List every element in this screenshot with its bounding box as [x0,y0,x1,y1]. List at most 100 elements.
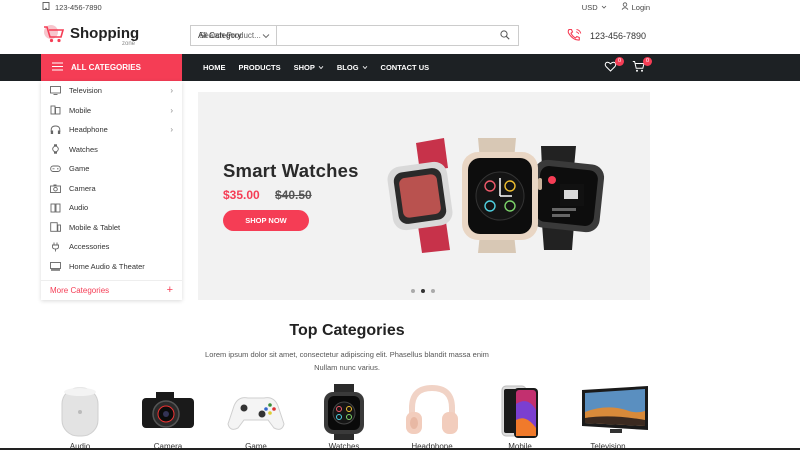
cart-button[interactable]: 0 [632,57,652,74]
category-select[interactable]: All Category [191,26,277,45]
category-headphone[interactable]: Headphone [400,384,464,450]
category-camera[interactable]: Camera [136,384,200,450]
category-watches[interactable]: Watches [312,384,376,450]
chevron-right-icon: › [170,125,173,134]
theater-icon [50,261,61,271]
camera-icon [50,183,61,193]
more-categories-label: More Categories [50,286,110,295]
search-button[interactable] [492,26,518,45]
hero-banner: Smart Watches $35.00 $40.50 SHOP NOW [198,92,650,300]
wishlist-count-badge: 0 [615,57,624,66]
carousel-dot[interactable] [411,289,415,293]
sidebar-item-television[interactable]: Television › [41,81,182,101]
nav-menu: HOME PRODUCTS SHOP BLOG CONTACT US [203,54,429,81]
carousel-dot-active[interactable] [421,289,425,293]
logo[interactable]: Shopping zone [42,24,139,49]
hero-price: $35.00 [223,188,260,202]
page: 123-456-7890 USD Login Shopping zone All… [0,0,800,450]
user-icon [621,2,629,12]
sidebar-item-label: Accessories [69,242,110,252]
login-link[interactable]: Login [621,2,650,12]
plus-icon: + [166,284,173,296]
nav-item-products[interactable]: PRODUCTS [239,63,281,72]
sidebar-item-label: Camera [69,183,96,193]
sidebar-item-audio[interactable]: Audio [41,198,182,218]
header-phone[interactable]: 123-456-7890 [566,28,646,44]
hamburger-icon [52,62,63,73]
sidebar-item-label: Watches [69,144,98,154]
chevron-right-icon: › [170,105,173,115]
television-image [582,386,648,433]
header: Shopping zone All Category Search Produc… [0,14,800,54]
nav-item-label: CONTACT US [380,63,430,72]
topbar-phone: 123-456-7890 [42,2,102,12]
more-categories-link[interactable]: More Categories + [41,280,182,300]
tv-icon [50,86,61,96]
chevron-right-icon: › [170,86,173,95]
nav-item-label: SHOP [293,63,315,72]
nav-icons: 0 0 [604,57,652,74]
top-bar: 123-456-7890 USD Login [0,0,800,14]
sidebar-item-mobile[interactable]: Mobile › [41,101,182,121]
category-audio[interactable]: Audio [48,384,112,450]
sidebar-item-accessories[interactable]: Accessories [41,237,182,257]
chevron-down-icon [262,33,270,39]
category-select-label: All Category [198,31,242,40]
watch-icon [50,144,61,154]
plug-icon [50,242,61,252]
shop-now-button[interactable]: SHOP NOW [223,210,309,231]
category-mobile[interactable]: Mobile [488,384,552,450]
controller-image [227,397,285,430]
wishlist-button[interactable]: 0 [604,57,624,74]
sidebar-item-label: Headphone [69,125,108,135]
search-icon [500,29,510,42]
chevron-down-icon [601,3,607,12]
phone-call-icon [566,28,583,44]
category-television[interactable]: Television [576,384,648,450]
category-game[interactable]: Game [224,384,288,450]
nav-item-shop[interactable]: SHOP [294,63,324,72]
chevron-down-icon [318,63,324,72]
smart-watches-image [387,138,605,253]
sidebar-item-game[interactable]: Game [41,159,182,179]
top-categories-description: Lorem ipsum dolor sit amet, consectetur … [205,350,489,372]
cart-logo-icon [42,24,66,49]
currency-select[interactable]: USD [582,3,607,12]
all-categories-label: ALL CATEGORIES [71,63,141,72]
sidebar-item-home-audio-theater[interactable]: Home Audio & Theater [41,257,182,277]
speaker-image [61,387,99,437]
top-categories-title: Top Categories [289,322,405,339]
search-bar: All Category [190,25,519,46]
carousel-dots [411,289,435,293]
nav-item-label: PRODUCTS [238,63,281,72]
sidebar-item-watches[interactable]: Watches [41,140,182,160]
sidebar-item-mobile-tablet[interactable]: Mobile & Tablet [41,218,182,238]
category-sidebar: Television › Mobile › Headphone › Watche… [41,81,182,300]
phone-small-icon [42,2,50,12]
cart-count-badge: 0 [643,57,652,66]
nav-item-label: HOME [203,63,226,72]
mobile-image [501,385,538,438]
sidebar-item-headphone[interactable]: Headphone › [41,120,182,140]
mobile-icon [50,105,61,115]
carousel-dot[interactable] [431,289,435,293]
top-categories-list: Audio Camera Game Watches Headphone Mobi… [48,384,668,450]
all-categories-button[interactable]: ALL CATEGORIES [41,54,182,81]
hero-title: Smart Watches [223,160,359,181]
currency-label: USD [581,2,598,12]
sidebar-item-label: Game [69,164,90,174]
nav-item-blog[interactable]: BLOG [337,63,368,72]
sidebar-item-camera[interactable]: Camera [41,179,182,199]
sidebar-item-label: Television [69,86,102,96]
chevron-down-icon [362,63,368,72]
logo-name: Shopping [70,24,140,42]
headphone-image [406,384,458,434]
topbar-right: USD Login [582,2,650,12]
main-nav: ALL CATEGORIES HOME PRODUCTS SHOP BLOG C… [0,54,800,81]
nav-item-contact[interactable]: CONTACT US [381,63,430,72]
gamepad-icon [50,164,61,174]
sidebar-item-label: Mobile [69,105,92,115]
nav-item-home[interactable]: HOME [203,63,226,72]
hero-old-price: $40.50 [275,188,312,202]
speaker-icon [50,203,61,213]
